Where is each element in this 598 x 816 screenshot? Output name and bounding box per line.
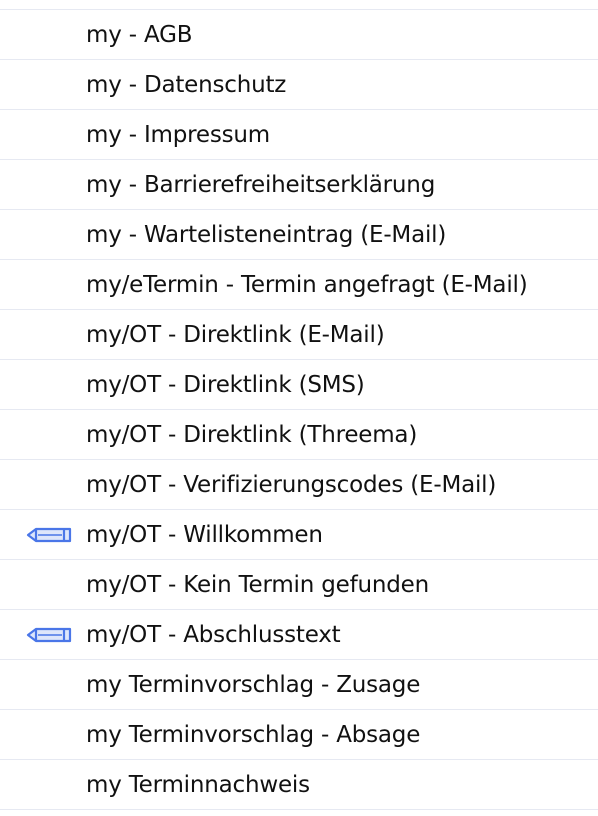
list-item[interactable]: my/OT - Willkommen [0,510,598,560]
list-item[interactable]: my/OT - Kein Termin gefunden [0,560,598,610]
list-item-label: my/OT - Direktlink (SMS) [86,372,365,398]
list-item[interactable]: my - Impressum [0,110,598,160]
pencil-icon[interactable] [26,626,74,644]
list-item-label: my/OT - Abschlusstext [86,622,341,648]
list-item[interactable]: my - Barrierefreiheitserklärung [0,160,598,210]
list-item-label: my Terminvorschlag - Zusage [86,672,421,698]
list-item-label: my/OT - Direktlink (Threema) [86,422,418,448]
list-item-label: my/OT - Willkommen [86,522,323,548]
pencil-icon[interactable] [26,526,74,544]
list-item-label: my - Impressum [86,122,270,148]
list-item-label: my/OT - Kein Termin gefunden [86,572,429,598]
list-item[interactable]: my/OT - Abschlusstext [0,610,598,660]
list-item[interactable] [0,0,598,10]
list-item-label: my/eTermin - Termin angefragt (E-Mail) [86,272,528,298]
list-item[interactable]: my - Wartelisteneintrag (E-Mail) [0,210,598,260]
list-item[interactable]: my/OT - Direktlink (Threema) [0,410,598,460]
list-item[interactable]: my - Datenschutz [0,60,598,110]
list-item-label: my - Wartelisteneintrag (E-Mail) [86,222,447,248]
list-item[interactable]: my/OT - Verifizierungscodes (E-Mail) [0,460,598,510]
list-item-label: my/OT - Direktlink (E-Mail) [86,322,385,348]
list-item-label: my Terminnachweis [86,772,310,798]
list-item-label: my - Datenschutz [86,72,287,98]
list-item-label: my Terminvorschlag - Absage [86,722,421,748]
list-item[interactable]: my Terminvorschlag - Zusage [0,660,598,710]
list-item[interactable]: my/OT - Direktlink (SMS) [0,360,598,410]
list-item[interactable]: my Terminnachweis [0,760,598,810]
list-item[interactable]: my/OT - Direktlink (E-Mail) [0,310,598,360]
list-item-label: my - Barrierefreiheitserklärung [86,172,436,198]
list-item[interactable]: my/eTermin - Termin angefragt (E-Mail) [0,260,598,310]
template-list: my - AGB my - Datenschutz my - Impressum… [0,0,598,810]
list-item-label: my/OT - Verifizierungscodes (E-Mail) [86,472,497,498]
list-item-label: my - AGB [86,22,193,48]
list-item[interactable]: my - AGB [0,10,598,60]
list-item[interactable]: my Terminvorschlag - Absage [0,710,598,760]
